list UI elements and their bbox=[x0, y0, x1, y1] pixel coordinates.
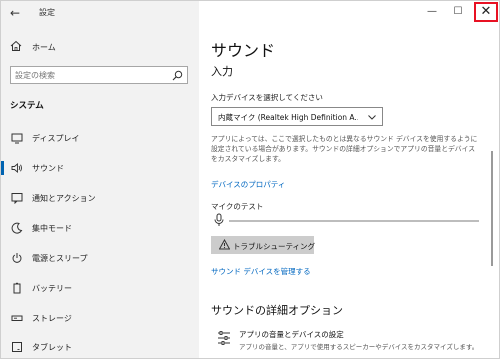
sidebar-item-label: ストレージ bbox=[32, 314, 72, 323]
mic-test-label: マイクのテスト bbox=[211, 202, 264, 211]
sidebar-item-sound[interactable]: サウンド bbox=[1, 157, 199, 179]
close-button[interactable]: ✕ bbox=[474, 2, 498, 22]
scrollbar[interactable] bbox=[491, 151, 493, 266]
chevron-down-icon bbox=[368, 115, 376, 120]
display-icon bbox=[11, 133, 23, 144]
sidebar-item-tablet[interactable]: タブレット bbox=[1, 336, 199, 358]
back-button[interactable]: ← bbox=[10, 5, 26, 21]
content-pane: — ☐ ✕ サウンド 入力 入力デバイスを選択してください 内蔵マイク (Rea… bbox=[199, 1, 499, 358]
sidebar-item-display[interactable]: ディスプレイ bbox=[1, 127, 199, 149]
manage-sound-devices-link[interactable]: サウンド デバイスを管理する bbox=[211, 266, 311, 277]
sidebar-item-label: 集中モード bbox=[32, 224, 72, 233]
settings-window: ← 設定 ホーム システム ディスプレイ bbox=[0, 0, 500, 359]
page-title: サウンド bbox=[211, 41, 276, 60]
app-volume-settings-description: アプリの音量と、アプリで使用するスピーカーやデバイスをカスタマイズします。 bbox=[239, 343, 479, 351]
sidebar-item-label: ディスプレイ bbox=[32, 134, 80, 143]
sidebar: ← 設定 ホーム システム ディスプレイ bbox=[1, 1, 199, 358]
maximize-button[interactable]: ☐ bbox=[445, 1, 471, 23]
sidebar-item-label: サウンド bbox=[32, 164, 64, 173]
notification-icon bbox=[11, 193, 23, 204]
minimize-button[interactable]: — bbox=[419, 1, 445, 23]
tablet-icon bbox=[12, 342, 22, 352]
sidebar-item-label: 通知とアクション bbox=[32, 194, 96, 203]
app-volume-settings-item[interactable]: アプリの音量とデバイスの設定 アプリの音量と、アプリで使用するスピーカーやデバイ… bbox=[211, 327, 491, 357]
moon-icon bbox=[11, 222, 23, 234]
speaker-icon bbox=[11, 163, 22, 173]
power-icon bbox=[12, 253, 22, 263]
advanced-options-heading: サウンドの詳細オプション bbox=[211, 304, 343, 317]
sidebar-item-label: ホーム bbox=[32, 43, 56, 52]
mixer-icon bbox=[218, 331, 230, 345]
search-icon[interactable] bbox=[172, 70, 183, 81]
sidebar-item-storage[interactable]: ストレージ bbox=[1, 307, 199, 329]
app-volume-settings-title: アプリの音量とデバイスの設定 bbox=[239, 330, 344, 339]
section-heading-input: 入力 bbox=[211, 65, 233, 78]
mic-level-meter bbox=[229, 220, 479, 222]
app-title: 設定 bbox=[39, 8, 55, 17]
microphone-icon bbox=[214, 213, 224, 226]
home-icon bbox=[10, 40, 22, 51]
input-device-label: 入力デバイスを選択してください bbox=[211, 93, 323, 102]
troubleshoot-label: トラブルシューティング bbox=[233, 242, 316, 251]
search-field[interactable] bbox=[10, 66, 188, 84]
battery-icon bbox=[13, 282, 21, 294]
storage-icon bbox=[11, 315, 23, 321]
warning-icon bbox=[219, 239, 230, 250]
sidebar-item-home[interactable]: ホーム bbox=[1, 37, 199, 57]
sidebar-item-focus-assist[interactable]: 集中モード bbox=[1, 217, 199, 239]
input-description: アプリによっては、ここで選択したものとは異なるサウンド デバイスを使用するように… bbox=[211, 135, 478, 163]
selection-indicator bbox=[1, 161, 4, 175]
device-properties-link[interactable]: デバイスのプロパティ bbox=[211, 179, 285, 190]
troubleshoot-button[interactable]: トラブルシューティング bbox=[211, 236, 316, 254]
sidebar-item-notifications[interactable]: 通知とアクション bbox=[1, 187, 199, 209]
titlebar: ← 設定 bbox=[1, 1, 199, 25]
input-device-dropdown[interactable]: 内蔵マイク (Realtek High Definition A... bbox=[211, 107, 383, 126]
search-input[interactable] bbox=[15, 69, 165, 82]
sidebar-item-label: タブレット bbox=[32, 343, 72, 352]
sidebar-item-label: バッテリー bbox=[32, 284, 72, 293]
sidebar-item-power[interactable]: 電源とスリープ bbox=[1, 247, 199, 269]
section-heading-system: システム bbox=[10, 101, 44, 111]
sidebar-item-battery[interactable]: バッテリー bbox=[1, 277, 199, 299]
input-device-value: 内蔵マイク (Realtek High Definition A... bbox=[218, 113, 358, 122]
sidebar-item-label: 電源とスリープ bbox=[32, 254, 88, 263]
